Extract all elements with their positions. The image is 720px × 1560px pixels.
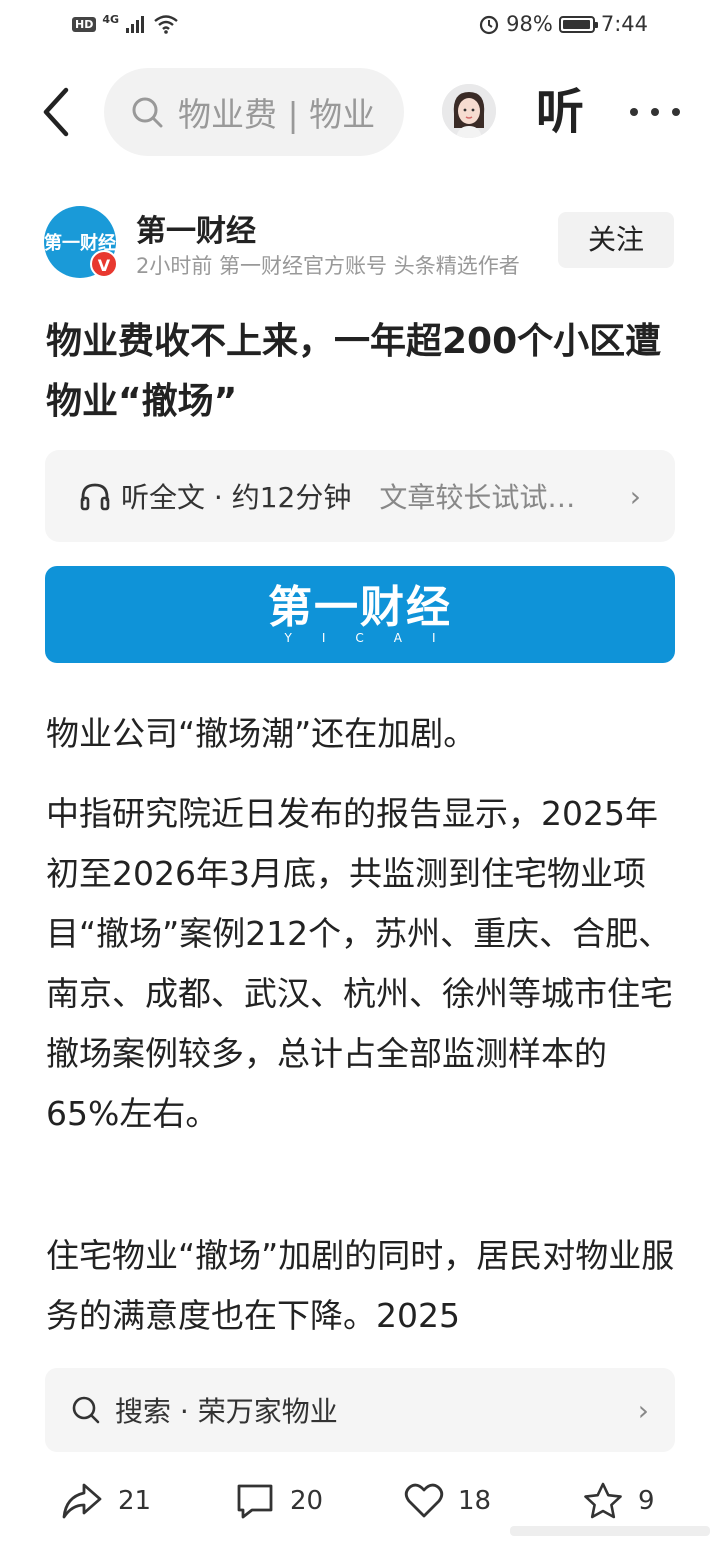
chevron-right-icon: › [637, 1393, 649, 1427]
like-count: 18 [458, 1486, 492, 1516]
more-dot [672, 108, 680, 116]
listen-button[interactable]: 听 [536, 82, 584, 142]
battery-icon [558, 15, 598, 33]
clock: 7:44 [600, 12, 648, 36]
related-search[interactable]: 搜索 · 荣万家物业 › [45, 1368, 675, 1452]
wifi-icon [154, 15, 178, 34]
follow-button[interactable]: 关注 [558, 212, 674, 268]
more-dot [651, 108, 659, 116]
more-dot [630, 108, 638, 116]
article-paragraph: 住宅物业“撤场”加剧的同时，居民对物业服务的满意度也在下降。2025 [46, 1236, 675, 1335]
article-paragraph: 中指研究院近日发布的报告显示，2025年初至2026年3月底，共监测到住宅物业项… [46, 794, 673, 1133]
search-input[interactable]: 物业费 | 物业 [104, 68, 404, 156]
related-search-text: 搜索 · 荣万家物业 [115, 1395, 338, 1428]
back-arrow-icon [43, 87, 69, 137]
comment-count: 20 [290, 1486, 324, 1516]
status-right: 98% 7:44 [478, 12, 648, 36]
search-query: 物业费 | 物业 [178, 95, 376, 134]
article-paragraph: 物业公司“撤场潮”还在加剧。 [46, 714, 477, 753]
publisher-banner: 第一财经 YICAI [45, 566, 675, 663]
star-icon [584, 1482, 622, 1519]
more-button[interactable] [630, 92, 680, 132]
favorite-button[interactable]: 9 [582, 1476, 655, 1526]
headphones-icon [80, 483, 110, 511]
author-meta: 2小时前 第一财经官方账号 头条精选作者 [136, 254, 520, 278]
listen-label: 听全文 · 约12分钟 [121, 481, 352, 514]
avatar[interactable] [442, 84, 496, 138]
share-count: 21 [118, 1486, 152, 1516]
search-icon [132, 97, 163, 128]
banner-logo: 第一财经 [268, 581, 452, 633]
alarm-icon [480, 15, 499, 35]
share-button[interactable]: 21 [60, 1476, 151, 1526]
share-icon [62, 1483, 102, 1519]
battery-tip [594, 21, 598, 28]
article-title: 物业费收不上来，一年超200个小区遭物业“撤场” [46, 321, 662, 422]
battery-percent: 98% [506, 12, 553, 36]
battery-fill [562, 19, 591, 29]
status-bar: HD 4G 98% 7:44 [0, 0, 720, 56]
banner-sub: YICAI [284, 630, 466, 645]
comment-icon [237, 1484, 273, 1519]
home-indicator [510, 1526, 710, 1536]
hd-badge: HD [72, 16, 97, 32]
listen-full-article-bar[interactable]: 听全文 · 约12分钟 文章较长试试… › [45, 450, 675, 542]
verified-badge: V [90, 250, 118, 278]
listen-hint: 文章较长试试… [379, 481, 576, 514]
like-button[interactable]: 18 [404, 1476, 491, 1526]
avatar-image [442, 84, 496, 138]
comment-button[interactable]: 20 [234, 1476, 323, 1526]
chevron-right-icon: › [629, 479, 641, 513]
favorite-count: 9 [638, 1486, 655, 1516]
status-left: HD 4G [72, 12, 179, 34]
network-label: 4G [102, 12, 120, 26]
signal-icon [126, 16, 145, 33]
search-icon [72, 1396, 100, 1424]
heart-icon [404, 1483, 444, 1518]
author-name[interactable]: 第一财经 [136, 206, 256, 250]
back-button[interactable] [34, 82, 82, 142]
